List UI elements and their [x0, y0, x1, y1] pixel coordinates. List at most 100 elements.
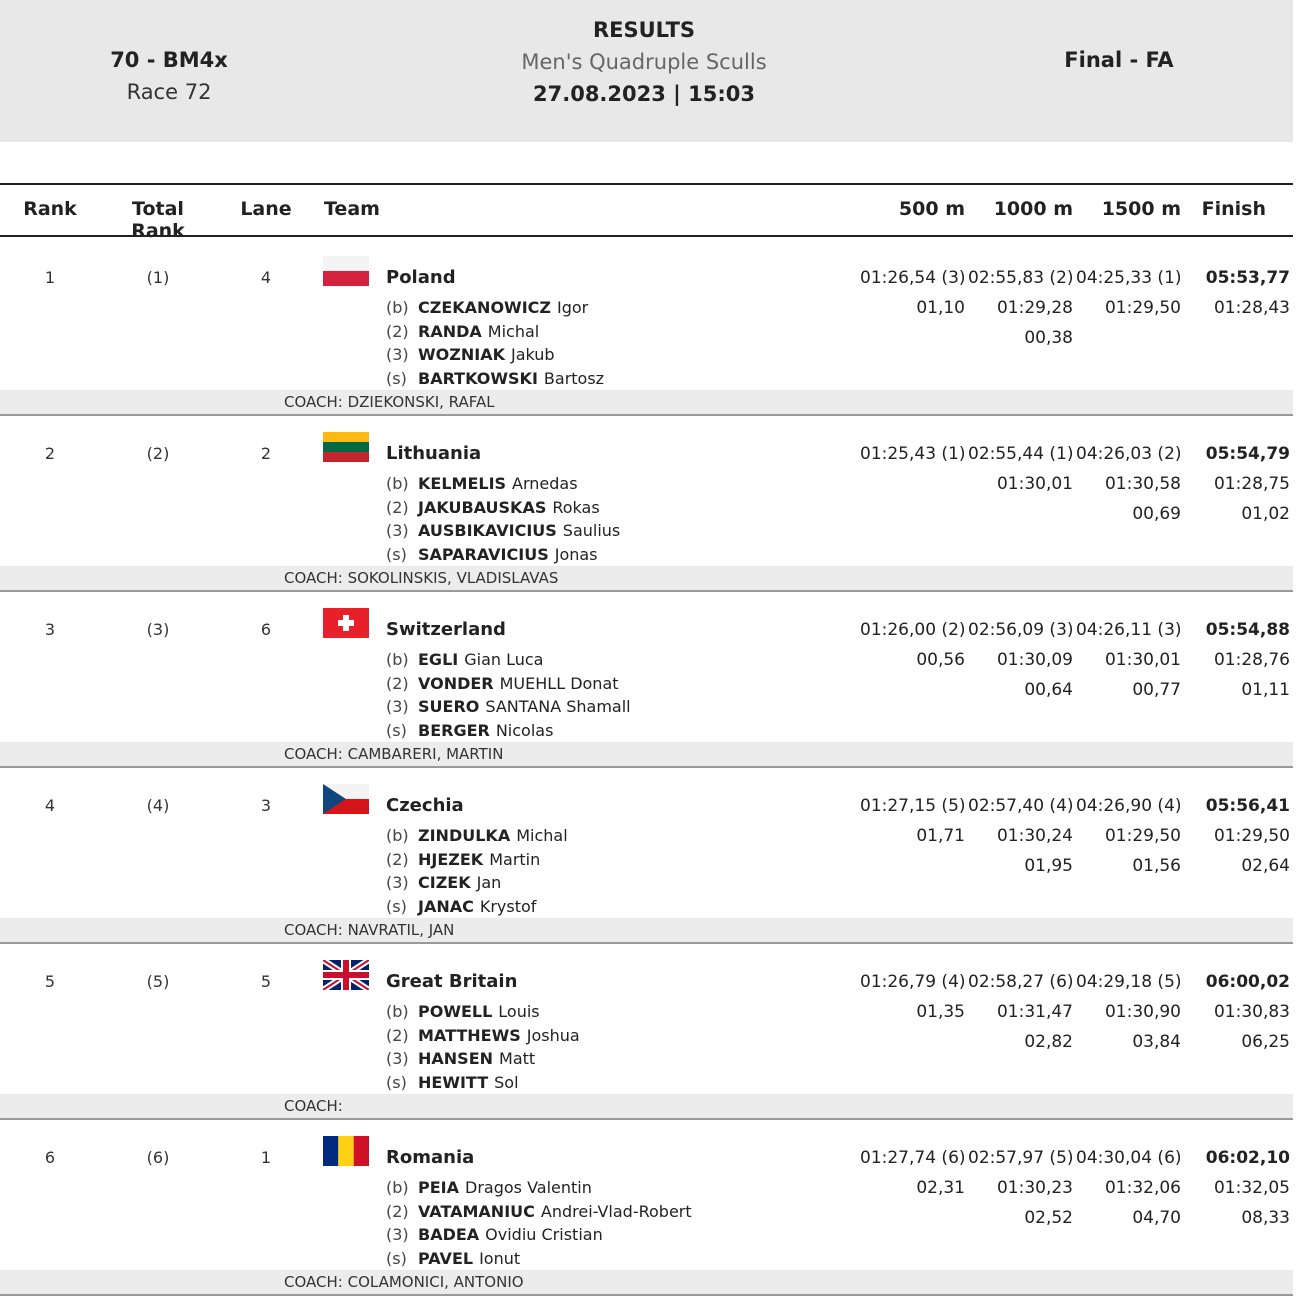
- crew-member: (2) HJEZEK Martin: [386, 848, 568, 872]
- switzerland-flag: [323, 608, 369, 638]
- finish-time-value: 02,64: [1241, 856, 1290, 876]
- crew-given-name: Louis: [498, 1002, 540, 1021]
- crew-surname: RANDA: [418, 321, 482, 341]
- crew-member: (b) POWELL Louis: [386, 1000, 580, 1024]
- finish-time-value: 01:30,83: [1213, 1002, 1290, 1022]
- finish-time-value: 05:56,41: [1205, 796, 1290, 816]
- finish-time-cell: 05:54,79 01:28,75 01,02: [1188, 443, 1290, 533]
- table-top-border: [0, 183, 1293, 185]
- split-1500m-value: 01,56: [1132, 856, 1181, 876]
- race-datetime: 27.08.2023 | 15:03: [533, 82, 755, 106]
- split-500m-value: 01:26,54 (3): [860, 268, 966, 288]
- romania-flag: [323, 1136, 369, 1166]
- crew-surname: CZEKANOWICZ: [418, 298, 551, 317]
- rank-cell: 4: [44, 796, 56, 815]
- team-name: Poland: [386, 267, 456, 288]
- split-1000m-value: 02:55,44 (1): [968, 444, 1074, 464]
- split-500m-value: 01,10: [916, 298, 965, 318]
- crew-surname: SAPARAVICIUS: [418, 544, 549, 564]
- seat-label: (2): [386, 1025, 409, 1045]
- coach-bar: COACH: DZIEKONSKI, RAFAL: [0, 390, 1293, 416]
- crew-list: (b) ZINDULKA Michal (2) HJEZEK Martin (3) CIZEK…: [386, 824, 568, 918]
- crew-surname: PAVEL: [418, 1248, 474, 1268]
- finish-time-value: 05:53,77: [1205, 268, 1290, 288]
- seat-label: (s): [386, 544, 407, 564]
- crew-given-name: Matt: [499, 1049, 536, 1068]
- crew-member: (b) ZINDULKA Michal: [386, 824, 568, 848]
- finish-time-cell: 06:00,02 01:30,83 06,25: [1188, 971, 1290, 1061]
- event-info: 70 - BM4x Race 72: [68, 48, 270, 104]
- lithuania-flag: [323, 432, 369, 462]
- table-row: 1 (1) 4 Poland (b) CZEKANOWICZ Igor (2) RANDA Mic…: [0, 238, 1293, 416]
- split-1000m-value: 01:30,01: [996, 474, 1073, 494]
- seat-label: (2): [386, 849, 409, 869]
- rank-cell: 3: [44, 620, 56, 639]
- split-500m-cell: 01:26,00 (2) 00,56: [860, 619, 966, 709]
- rank-cell: 2: [44, 444, 56, 463]
- coach-bar: COACH: CAMBARERI, MARTIN: [0, 742, 1293, 768]
- coach-name: COACH: CAMBARERI, MARTIN: [284, 745, 504, 763]
- crew-member: (3) HANSEN Matt: [386, 1047, 580, 1071]
- seat-label: (s): [386, 1248, 407, 1268]
- split-1000m-cell: 02:56,09 (3) 01:30,09 00,64: [968, 619, 1074, 709]
- seat-label: (s): [386, 720, 407, 740]
- crew-surname: KELMELIS: [418, 474, 507, 493]
- crew-list: (b) EGLI Gian Luca (2) VONDER MUEHLL Donat (3)…: [386, 648, 631, 742]
- split-500m-value: [860, 855, 965, 885]
- split-1000m-cell: 02:55,44 (1) 01:30,01: [968, 443, 1074, 533]
- total-rank-cell: (1): [146, 268, 170, 287]
- split-1500m-value: 01:30,58: [1104, 474, 1181, 494]
- crew-surname: HEWITT: [418, 1072, 489, 1092]
- split-1000m-value: 00,38: [1024, 328, 1073, 348]
- crew-surname: JAKUBAUSKAS: [418, 497, 547, 517]
- split-1500m-value: 04:26,90 (4): [1076, 796, 1182, 816]
- title-block: RESULTS Men's Quadruple Sculls 27.08.202…: [444, 18, 844, 106]
- crew-given-name: Bartosz: [543, 368, 605, 388]
- split-500m-value: [860, 679, 965, 709]
- event-code: 70 - BM4x: [110, 48, 228, 72]
- finish-time-cell: 05:54,88 01:28,76 01,11: [1188, 619, 1290, 709]
- seat-label: (2): [386, 497, 409, 517]
- split-1000m-value: 01:30,09: [996, 650, 1073, 670]
- crew-member: (3) CIZEK Jan: [386, 871, 568, 895]
- crew-member: (3) AUSBIKAVICIUS Saulius: [386, 519, 620, 543]
- split-500m-value: [860, 503, 965, 533]
- col-1500m: 1500 m: [1101, 198, 1181, 220]
- rank-cell: 5: [44, 972, 56, 991]
- crew-given-name: Jan: [476, 873, 502, 892]
- split-1500m-cell: 04:26,03 (2) 01:30,58 00,69: [1076, 443, 1182, 533]
- split-1500m-value: 00,69: [1132, 504, 1181, 524]
- seat-label: (3): [386, 697, 409, 716]
- split-500m-value: 02,31: [916, 1178, 965, 1198]
- crew-surname: PEIA: [418, 1178, 459, 1197]
- crew-given-name: Arnedas: [512, 474, 578, 493]
- lane-cell: 4: [260, 268, 272, 287]
- great-britain-flag: [321, 957, 371, 993]
- split-500m-value: 01:25,43 (1): [860, 444, 966, 464]
- split-1000m-cell: 02:57,40 (4) 01:30,24 01,95: [968, 795, 1074, 885]
- split-500m-value: 01:26,79 (4): [860, 972, 966, 992]
- finish-time-value: 01:28,76: [1213, 650, 1290, 670]
- split-1000m-value: 02,82: [1024, 1032, 1073, 1052]
- seat-label: (b): [386, 650, 409, 669]
- split-1000m-value: [968, 503, 1073, 533]
- table-row: 5 (5) 5 Great Britain (b) POWELL Louis (2) MATTH…: [0, 942, 1293, 1120]
- split-1000m-value: 01:30,24: [996, 826, 1073, 846]
- coach-name: COACH:: [284, 1097, 343, 1115]
- split-500m-cell: 01:25,43 (1): [860, 443, 966, 533]
- split-1500m-cell: 04:29,18 (5) 01:30,90 03,84: [1076, 971, 1182, 1061]
- crew-given-name: Jakub: [510, 345, 555, 364]
- table-row: 6 (6) 1 Romania (b) PEIA Dragos Valentin (2) VAT…: [0, 1118, 1293, 1296]
- split-1500m-value: 04:26,11 (3): [1076, 620, 1182, 640]
- seat-label: (3): [386, 873, 409, 892]
- finish-time-value: 01,11: [1241, 680, 1290, 700]
- col-team: Team: [324, 198, 380, 220]
- crew-surname: VONDER: [418, 673, 494, 693]
- team-name: Romania: [386, 1147, 475, 1168]
- col-rank: Rank: [23, 198, 77, 220]
- split-500m-cell: 01:27,15 (5) 01,71: [860, 795, 966, 885]
- total-rank-cell: (4): [146, 796, 170, 815]
- table-row: 4 (4) 3 Czechia (b) ZINDULKA Michal (2) HJEZEK Ma…: [0, 766, 1293, 944]
- seat-label: (3): [386, 345, 409, 364]
- crew-given-name: Ionut: [479, 1248, 521, 1268]
